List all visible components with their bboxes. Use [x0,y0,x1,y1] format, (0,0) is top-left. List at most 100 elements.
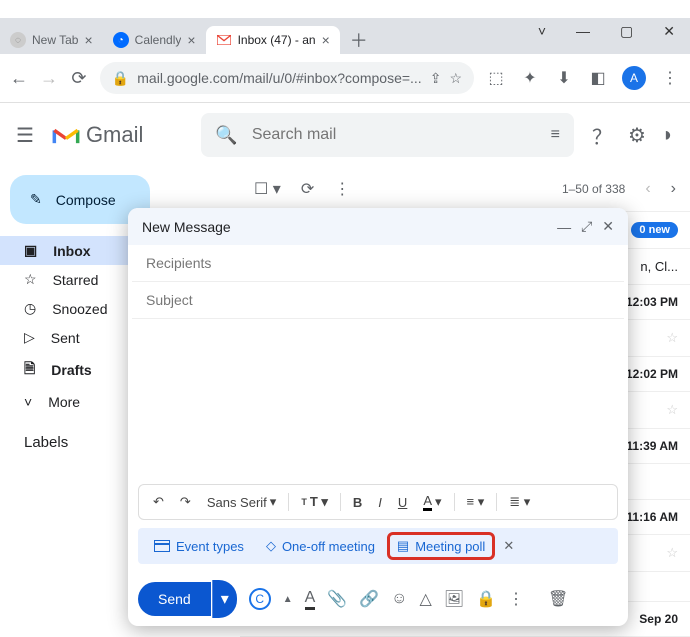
content-toolbar: ☐ ▾ ⟳ ⋮ 1–50 of 338 ‹ › [240,167,690,211]
minimize-icon[interactable]: — [557,219,571,235]
star-icon[interactable]: ☆ [666,545,678,561]
star-icon[interactable]: ☆ [666,330,678,346]
new-badge: 0 new [631,222,678,238]
mail-time: 12:02 PM [626,367,678,381]
tab-gmail[interactable]: Inbox (47) - an × [206,26,340,54]
pagination-text: 1–50 of 338 [562,182,625,196]
italic-button[interactable]: I [374,493,386,512]
expand-icon[interactable]: ⤢ [581,218,592,235]
inbox-icon: ▣ [24,242,37,259]
bold-button[interactable]: B [349,493,366,512]
calendly-ring-icon[interactable]: C [249,588,271,610]
sidebar-item-label: Drafts [51,362,91,378]
attach-icon[interactable]: 📎 [327,589,347,609]
tab-calendly[interactable]: ◔ Calendly × [103,26,206,54]
chip-event-types[interactable]: Event types [146,535,252,558]
calendar-icon [154,540,170,552]
search-input[interactable] [252,126,537,144]
image-icon[interactable]: 🖼 [444,589,464,609]
drive-icon[interactable]: △ [420,589,432,609]
window-close-icon[interactable]: ✕ [663,23,675,40]
share-icon[interactable]: ⇪ [430,70,442,87]
prev-page-icon[interactable]: ‹ [645,180,650,198]
format-icon[interactable]: A [305,589,316,610]
confidential-icon[interactable]: 🔒 [476,589,496,609]
send-button[interactable]: Send [138,582,211,616]
sidepanel-icon[interactable]: ◧ [588,68,608,88]
back-button[interactable]: ← [10,66,28,90]
select-checkbox[interactable]: ☐ ▾ [254,179,281,199]
filter-icon[interactable]: ≡ [551,126,560,144]
text-color-button[interactable]: A ▾ [419,491,445,513]
chip-meeting-poll[interactable]: ▤ Meeting poll [389,534,493,558]
more-icon[interactable]: ⋮ [508,589,524,609]
chevron-down-icon: ˅ [24,394,32,410]
close-icon[interactable]: × [322,32,330,48]
compose-label: Compose [56,192,116,208]
star-icon[interactable]: ☆ [449,70,462,87]
hamburger-icon[interactable]: ☰ [16,123,34,148]
mail-snippet: n, Cl... [640,259,678,274]
mail-time: 11:39 AM [626,439,678,453]
search-icon: 🔍 [215,125,237,146]
puzzle-icon[interactable]: ✦ [520,68,540,88]
sidebar-item-label: Inbox [53,243,90,259]
window-minimize-icon[interactable]: — [576,23,590,40]
settings-icon[interactable]: ⚙ [628,123,646,148]
compose-body[interactable] [128,319,628,484]
caret-up-icon[interactable]: ▲ [283,594,293,605]
close-icon[interactable]: ✕ [602,218,614,235]
profile-avatar[interactable]: A [622,66,646,90]
window-maximize-icon[interactable]: ▢ [620,23,633,40]
close-icon[interactable]: × [84,32,92,48]
mail-time: 11:16 AM [626,510,678,524]
next-page-icon[interactable]: › [671,180,676,198]
chip-label: One-off meeting [282,539,375,554]
star-icon: ☆ [24,271,37,288]
send-row: Send ▾ C ▲ A 📎 🔗 ☺ △ 🖼 🔒 ⋮ 🗑 [128,572,628,626]
sidebar-item-label: Snoozed [52,301,107,317]
window-dropdown-icon[interactable]: ˅ [538,23,546,40]
tag-icon: ◇ [266,538,276,554]
draft-icon: 🗎 [24,358,35,382]
link-icon[interactable]: 🔗 [359,589,379,609]
align-button[interactable]: ≡ ▾ [463,492,489,512]
reload-button[interactable]: ⟳ [70,66,88,90]
emoji-icon[interactable]: ☺ [391,590,407,608]
send-more-button[interactable]: ▾ [212,580,237,618]
font-size-icon[interactable]: TT ▾ [297,492,332,512]
subject-field[interactable]: Subject [132,282,624,319]
more-icon[interactable]: ⋮ [334,179,350,199]
right-panel-icon[interactable]: ◗ [662,124,674,147]
forward-button[interactable]: → [40,66,58,90]
compose-header[interactable]: New Message — ⤢ ✕ [128,208,628,245]
kebab-icon[interactable]: ⋮ [660,68,680,88]
tab-title: Inbox (47) - an [238,33,316,47]
extension-icon[interactable]: ⬚ [486,68,506,88]
search-bar[interactable]: 🔍 ≡ [201,113,574,157]
new-tab-button[interactable]: ＋ [340,27,378,53]
star-icon[interactable]: ☆ [666,402,678,418]
recipients-field[interactable]: Recipients [132,245,624,282]
chip-one-off[interactable]: ◇ One-off meeting [258,534,383,558]
undo-icon[interactable]: ↶ [149,492,168,512]
underline-button[interactable]: U [394,493,411,512]
font-selector[interactable]: Sans Serif ▾ [203,492,281,512]
trash-icon[interactable]: 🗑 [548,589,568,609]
mail-time: Sep 20 [639,612,678,626]
gmail-logo[interactable]: Gmail [52,122,143,148]
tab-newtab[interactable]: ◌ New Tab × [0,26,103,54]
redo-icon[interactable]: ↷ [176,492,195,512]
sidebar-item-label: Starred [53,272,99,288]
close-icon[interactable]: × [187,32,195,48]
list-button[interactable]: ≣ ▾ [505,492,534,512]
download-icon[interactable]: ⬇ [554,68,574,88]
clock-icon: ◷ [24,300,36,317]
close-icon[interactable]: ✕ [499,538,518,554]
address-bar[interactable]: 🔒 mail.google.com/mail/u/0/#inbox?compos… [100,62,474,94]
window-controls: ˅ — ▢ ✕ [523,18,690,45]
format-toolbar: ↶ ↷ Sans Serif ▾ TT ▾ B I U A ▾ ≡ ▾ ≣ ▾ [138,484,618,520]
help-icon[interactable]: ？ [592,121,612,150]
refresh-icon[interactable]: ⟳ [301,179,314,199]
chip-label: Event types [176,539,244,554]
